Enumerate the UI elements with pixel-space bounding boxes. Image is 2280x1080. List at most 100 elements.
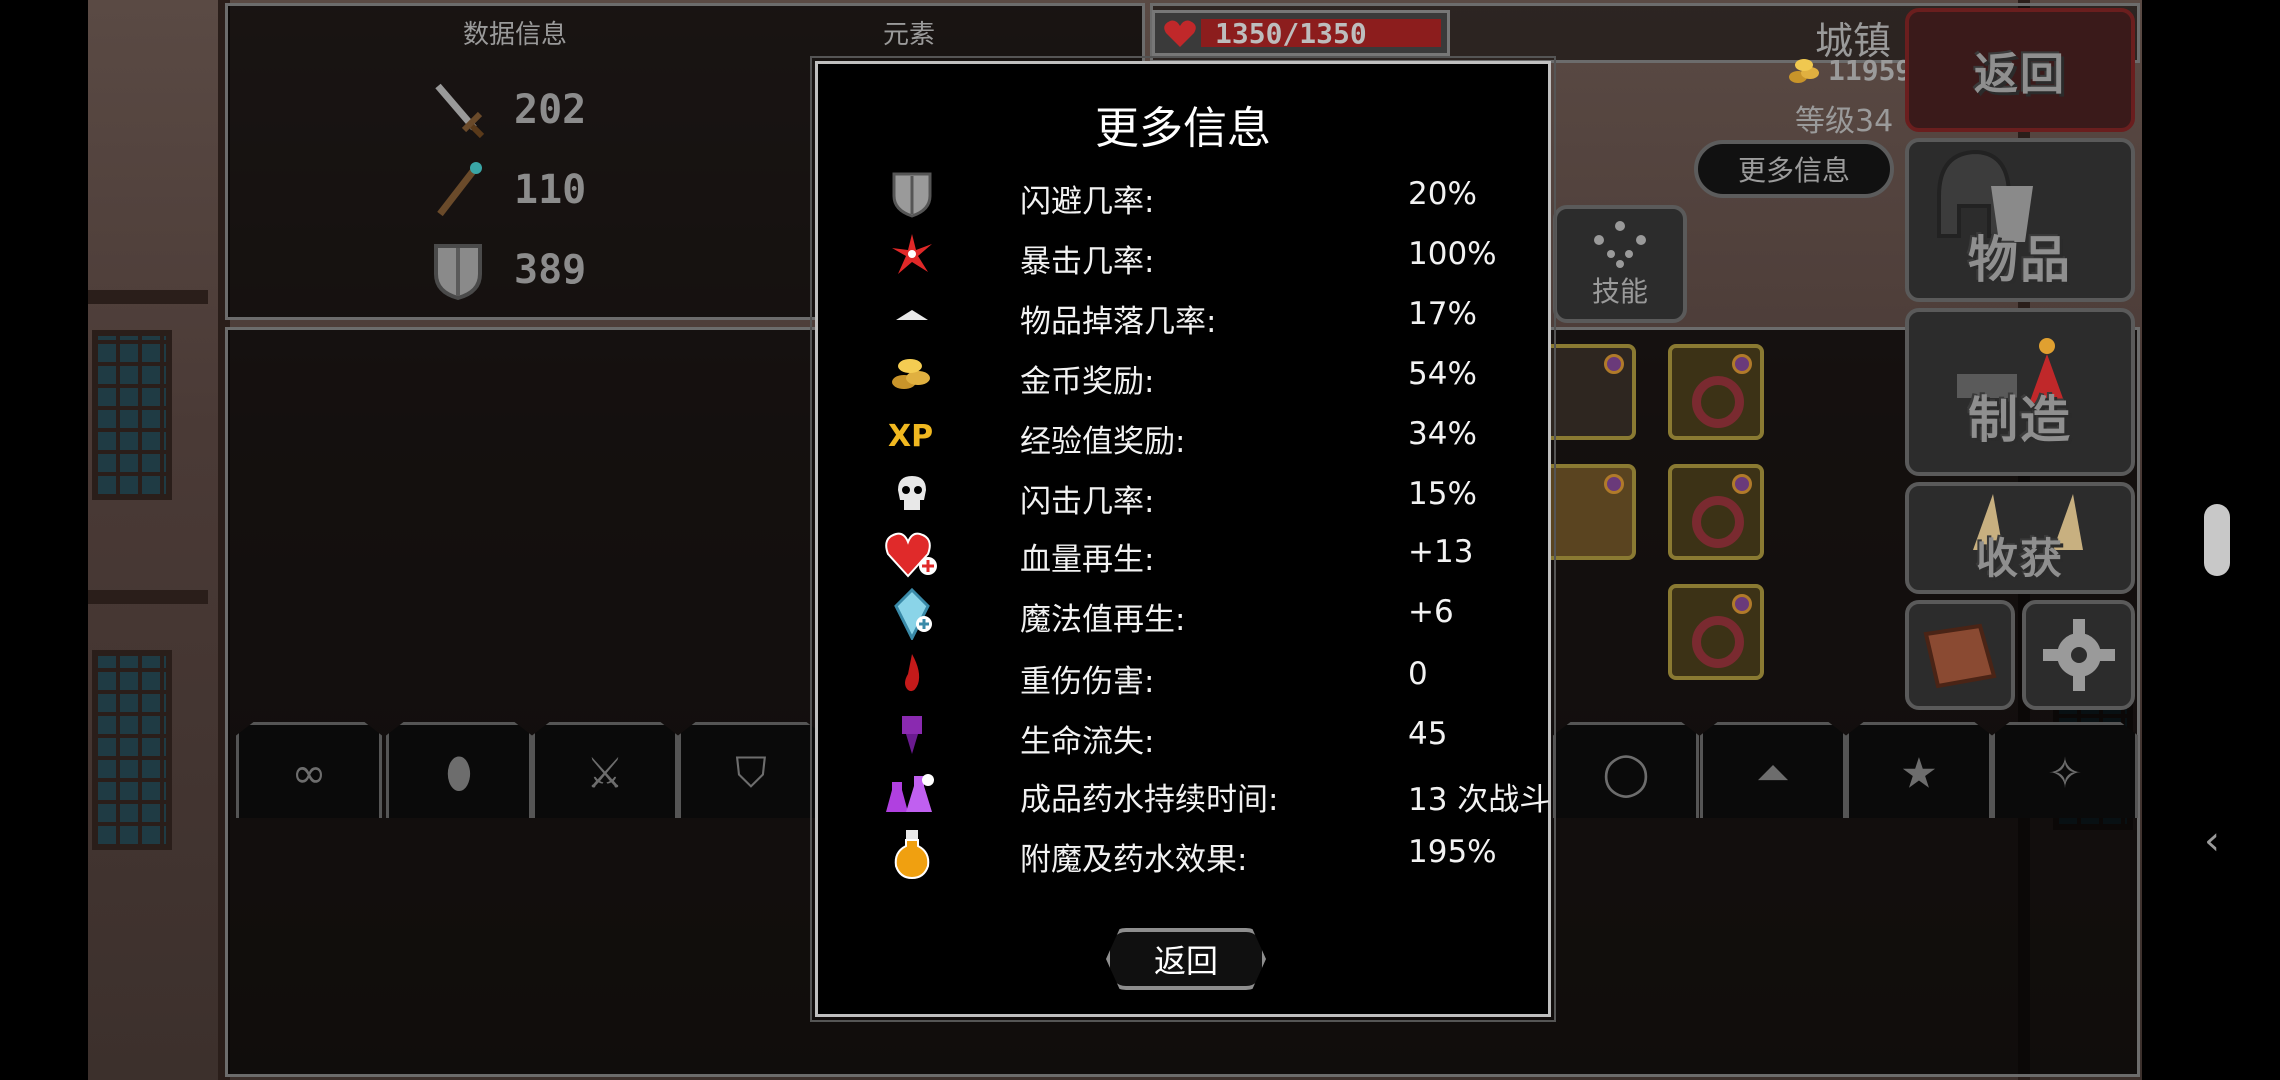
items-button[interactable]: 物品 <box>1905 138 2135 302</box>
staff-icon <box>437 162 482 217</box>
gold-bonus-value: 54% <box>1408 356 1477 392</box>
ring-icon <box>1692 376 1744 428</box>
drop-label: 物品掉落几率: <box>1020 304 1217 340</box>
skills-label: 技能 <box>1591 275 1648 308</box>
harvest-button[interactable]: 收获 <box>1905 482 2135 594</box>
tab-all[interactable]: ∞ <box>236 722 382 818</box>
critical-spark-icon <box>892 234 932 274</box>
sword-icon <box>435 83 485 139</box>
scrollbar-thumb[interactable] <box>2204 504 2230 576</box>
back-label: 返回 <box>1974 49 2066 100</box>
potion-flasks-icon <box>886 774 934 812</box>
dialog-back-button[interactable]: 返回 <box>1106 928 1266 990</box>
hat-icon: ⏶ <box>1756 748 1790 797</box>
mp-regen-label: 魔法值再生: <box>1020 602 1186 638</box>
socket-gem <box>1732 354 1752 374</box>
skills-button[interactable]: 技能 <box>1553 205 1687 323</box>
purple-drop-icon <box>902 716 922 754</box>
inventory-slot[interactable] <box>1540 464 1636 560</box>
tab-elements[interactable]: 元素 <box>883 14 935 51</box>
flash-value: 15% <box>1408 476 1477 512</box>
stat-attack: 202 <box>428 80 586 140</box>
dodge-label: 闪避几率: <box>1020 184 1155 220</box>
orange-potion-icon <box>894 830 930 880</box>
item-drop-icon <box>896 310 928 320</box>
gold-coins-icon <box>1789 58 1819 83</box>
gold-value: 11959 <box>1828 54 1913 87</box>
wand-icon: ✧ <box>2047 748 2083 798</box>
journal-button[interactable] <box>1905 600 2015 710</box>
xp-icon: XP <box>888 419 933 454</box>
inventory-slot[interactable] <box>1668 344 1764 440</box>
back-button[interactable]: 返回 <box>1905 8 2135 132</box>
info-row-mp-regen: 魔法值再生: +6 <box>888 588 1508 640</box>
info-row-crit: 暴击几率: 100% <box>888 230 1508 282</box>
chevron-left-icon[interactable]: ‹ <box>2204 818 2220 864</box>
info-row-life-drain: 生命流失: 45 <box>888 710 1508 762</box>
tab-armor[interactable]: ⛉ <box>678 722 824 818</box>
sword-icon: ⚔ <box>586 748 624 798</box>
potion-duration-value: 13 次战斗 <box>1408 782 1551 818</box>
defense-value: 389 <box>514 247 587 293</box>
mana-crystal-icon <box>894 588 932 640</box>
gear-icon <box>2042 619 2115 691</box>
socket-gem <box>1732 474 1752 494</box>
info-row-wound: 重伤伤害: 0 <box>888 650 1508 702</box>
tab-data-info[interactable]: 数据信息 <box>463 14 567 51</box>
socket-gem <box>1604 474 1624 494</box>
tab-rings[interactable]: ◯ <box>1553 722 1699 818</box>
harvest-label: 收获 <box>1975 534 2064 583</box>
dialog-title: 更多信息 <box>1095 103 1271 154</box>
xp-value: 34% <box>1408 416 1477 452</box>
enchant-value: 195% <box>1408 834 1497 870</box>
craft-label: 制造 <box>1968 391 2072 449</box>
inventory-slot[interactable] <box>1668 464 1764 560</box>
life-drain-value: 45 <box>1408 716 1448 752</box>
enchant-label: 附魔及药水效果: <box>1020 842 1248 878</box>
tab-hats[interactable]: ⏶ <box>1700 722 1846 818</box>
socket-gem <box>1604 354 1624 374</box>
more-info-dialog: 更多信息 闪避几率: 20% 暴击几率: 100% 物品掉落几率: 17% 金币… <box>810 56 1556 1022</box>
crit-value: 100% <box>1408 236 1497 272</box>
infinity-icon: ∞ <box>291 748 327 798</box>
more-info-button[interactable]: 更多信息 <box>1694 140 1894 198</box>
stat-magic: 110 <box>428 160 586 220</box>
gold-display: 11959 <box>1788 54 1912 87</box>
xp-label: 经验值奖励: <box>1020 424 1186 460</box>
inventory-slot[interactable] <box>1540 344 1636 440</box>
hp-regen-value: +13 <box>1408 534 1474 570</box>
tab-magic[interactable]: ✧ <box>1992 722 2138 818</box>
ring-icon <box>1692 616 1744 668</box>
dodge-value: 20% <box>1408 176 1477 212</box>
life-drain-label: 生命流失: <box>1020 724 1155 760</box>
hp-regen-label: 血量再生: <box>1020 542 1155 578</box>
wound-label: 重伤伤害: <box>1020 664 1155 700</box>
info-row-drop: 物品掉落几率: 17% <box>888 290 1508 342</box>
tab-weapons[interactable]: ⚔ <box>532 722 678 818</box>
book-icon <box>1923 623 1997 689</box>
shield-dodge-icon <box>892 172 932 218</box>
svg-text:XP: XP <box>888 419 933 454</box>
health-text: 1350/1350 <box>1215 16 1367 50</box>
inventory-slot[interactable] <box>1668 584 1764 680</box>
tab-favorites[interactable]: ★ <box>1846 722 1992 818</box>
settings-button[interactable] <box>2022 600 2135 710</box>
bag-icon: ⬮ <box>445 748 473 797</box>
heart-icon <box>1164 20 1196 47</box>
ring-icon: ◯ <box>1602 748 1650 798</box>
skull-icon <box>898 476 926 510</box>
craft-button[interactable]: 制造 <box>1905 308 2135 476</box>
crit-label: 暴击几率: <box>1020 244 1155 280</box>
flash-label: 闪击几率: <box>1020 484 1155 520</box>
attack-value: 202 <box>514 87 587 133</box>
stat-defense: 389 <box>428 240 586 300</box>
tab-consumables[interactable]: ⬮ <box>386 722 532 818</box>
health-bar: 1350/1350 <box>1152 10 1450 56</box>
info-row-enchant: 附魔及药水效果: 195% <box>888 828 1508 880</box>
info-row-gold: 金币奖励: 54% <box>888 350 1508 402</box>
info-row-hp-regen: 血量再生: +13 <box>885 528 1508 580</box>
skill-tree-icon <box>1594 221 1646 268</box>
items-label: 物品 <box>1968 231 2072 289</box>
wound-value: 0 <box>1408 656 1428 692</box>
mp-regen-value: +6 <box>1408 594 1454 630</box>
